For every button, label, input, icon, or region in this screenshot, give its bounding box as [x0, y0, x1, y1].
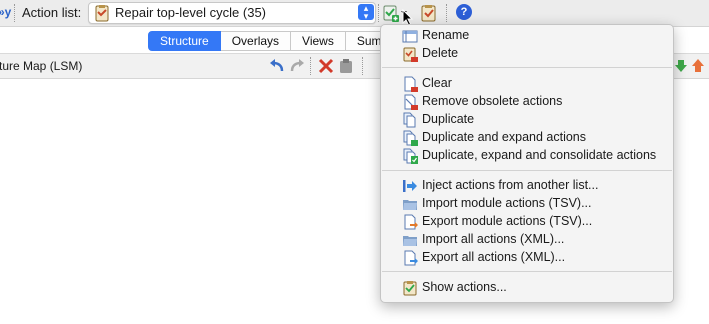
folder-open-icon: [403, 236, 417, 246]
tab-views[interactable]: Views: [291, 31, 346, 51]
menu-item-rename[interactable]: Rename: [381, 27, 673, 45]
action-list-select[interactable]: Repair top-level cycle (35) ▴ ▾: [88, 2, 376, 24]
menu-item-clear[interactable]: Clear: [381, 75, 673, 93]
tab-structure[interactable]: Structure: [148, 31, 221, 51]
delete-list-icon: [403, 47, 418, 62]
duplicate-consolidate-icon: [403, 148, 418, 164]
menu-item-import-all[interactable]: Import all actions (XML)...: [381, 231, 673, 249]
toolbar-separator: [362, 57, 364, 75]
menu-item-label: Export module actions (TSV)...: [422, 214, 593, 228]
rename-icon: [402, 30, 418, 43]
menu-separator: [382, 170, 672, 171]
menu-item-export-module[interactable]: Export module actions (TSV)...: [381, 213, 673, 231]
new-action-list-button[interactable]: [381, 3, 401, 23]
main-toolbar: »y Action list: Repair top-level cycle (…: [0, 0, 709, 27]
menu-separator: [382, 271, 672, 272]
action-list-value: Repair top-level cycle (35): [115, 5, 267, 20]
tab-overlays[interactable]: Overlays: [220, 31, 292, 51]
menu-item-label: Export all actions (XML)...: [422, 250, 566, 264]
toolbar-separator: [446, 4, 448, 22]
menu-item-export-all[interactable]: Export all actions (XML)...: [381, 249, 673, 267]
menu-item-label: Delete: [422, 46, 459, 60]
action-list-menu: Rename Delete Clear Remove obsolete acti…: [380, 24, 674, 303]
action-list-properties-button[interactable]: [419, 3, 439, 23]
clipboard-icon[interactable]: [337, 57, 355, 75]
redo-icon[interactable]: [288, 57, 306, 75]
combo-chevron-icon: ▴ ▾: [358, 4, 374, 21]
menu-item-duplicate-expand[interactable]: Duplicate and expand actions: [381, 129, 673, 147]
action-list-icon: [95, 5, 109, 22]
show-actions-icon: [403, 281, 417, 296]
action-list-label: Action list:: [22, 5, 82, 20]
export-icon: [404, 250, 418, 266]
menu-item-duplicate[interactable]: Duplicate: [381, 111, 673, 129]
structure-map-title: ture Map (LSM): [0, 59, 83, 73]
undo-icon[interactable]: [268, 57, 286, 75]
inject-icon: [403, 180, 417, 192]
menu-separator: [382, 67, 672, 68]
export-icon: [404, 214, 418, 230]
clear-icon: [404, 76, 418, 92]
remove-obsolete-icon: [404, 94, 418, 110]
menu-item-show-actions[interactable]: Show actions...: [381, 279, 673, 297]
duplicate-expand-icon: [403, 130, 418, 146]
menu-item-delete[interactable]: Delete: [381, 45, 673, 63]
menu-item-label: Import module actions (TSV)...: [422, 196, 592, 210]
menu-item-label: Import all actions (XML)...: [422, 232, 565, 246]
menu-item-import-module[interactable]: Import module actions (TSV)...: [381, 195, 673, 213]
toolbar-separator: [378, 4, 380, 22]
menu-item-remove-obsolete[interactable]: Remove obsolete actions: [381, 93, 673, 111]
folder-open-icon: [403, 200, 417, 210]
menu-item-label: Remove obsolete actions: [422, 94, 563, 108]
menu-item-label: Inject actions from another list...: [422, 178, 599, 192]
menu-item-inject[interactable]: Inject actions from another list...: [381, 177, 673, 195]
help-icon[interactable]: ?: [456, 4, 472, 20]
toolbar-separator: [310, 57, 312, 75]
menu-item-label: Duplicate and expand actions: [422, 130, 587, 144]
view-tabs: Structure Overlays Views Summ: [148, 31, 404, 51]
menu-item-label: Clear: [422, 76, 452, 90]
menu-item-label: Rename: [422, 28, 470, 42]
move-down-icon[interactable]: [672, 57, 690, 75]
toolbar-separator: [14, 4, 16, 22]
menu-item-label: Duplicate: [422, 112, 475, 126]
move-up-icon[interactable]: [689, 57, 707, 75]
toolbar-cut-text: »y: [0, 5, 12, 19]
menu-item-duplicate-consolidate[interactable]: Duplicate, expand and consolidate action…: [381, 147, 673, 165]
menu-item-label: Show actions...: [422, 280, 507, 294]
delete-icon[interactable]: [317, 57, 335, 75]
menu-item-label: Duplicate, expand and consolidate action…: [422, 148, 657, 162]
duplicate-icon: [403, 112, 416, 128]
